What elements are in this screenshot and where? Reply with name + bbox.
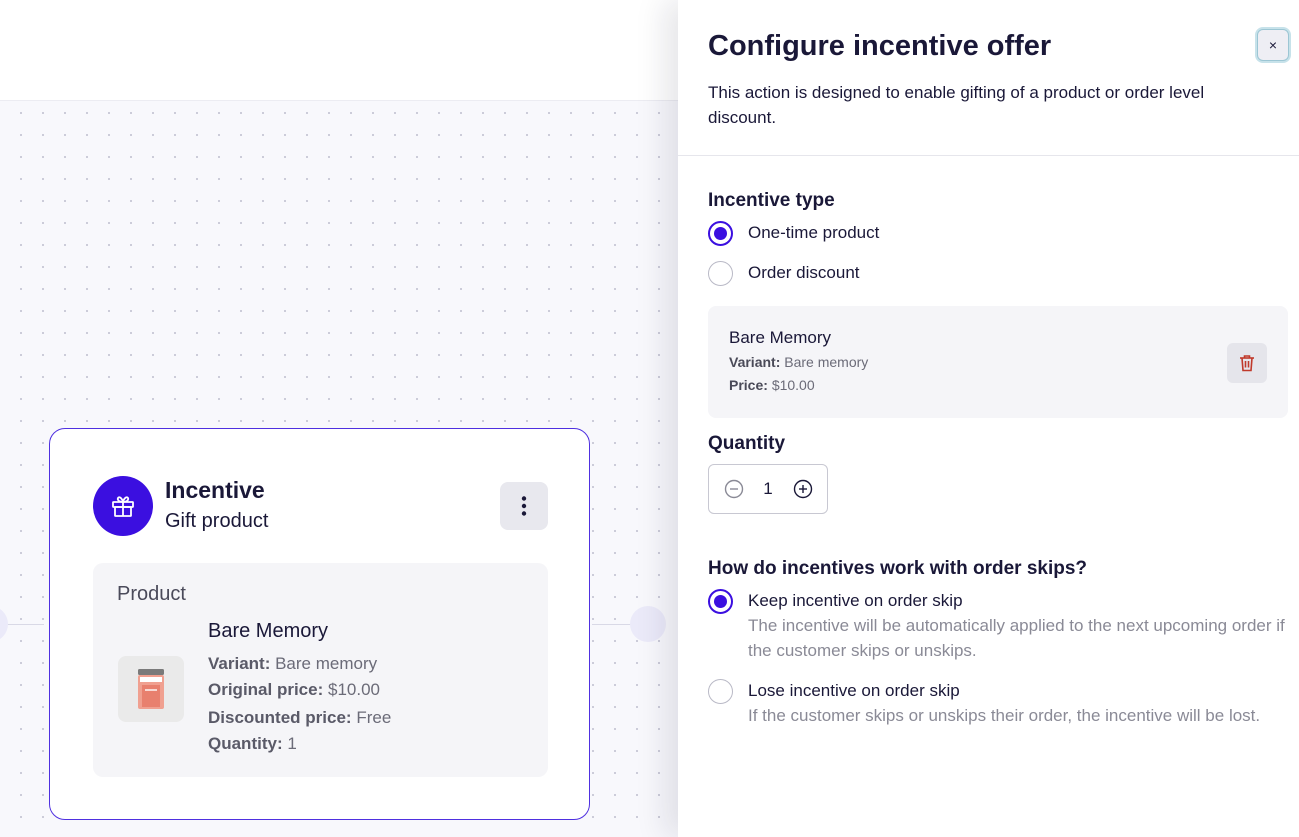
increment-button[interactable] (792, 479, 813, 500)
product-variant-line: Variant: Bare memory (208, 654, 378, 673)
selected-product-price-line: Price: $10.00 (729, 377, 815, 393)
product-jar-image (138, 669, 164, 709)
product-quantity: 1 (287, 734, 297, 753)
radio-button[interactable] (708, 261, 733, 286)
close-icon: × (1268, 37, 1278, 53)
configure-incentive-panel: Configure incentive offer This action is… (678, 0, 1299, 837)
order-skips-label: How do incentives work with order skips? (708, 558, 1088, 579)
quantity-stepper[interactable]: 1 (708, 464, 828, 514)
product-box: Product Bare Memory Variant: Bare memory… (93, 563, 548, 777)
close-button[interactable]: × (1257, 29, 1289, 61)
panel-description: This action is designed to enable giftin… (708, 83, 1205, 127)
radio-order-discount[interactable]: Order discount (708, 261, 860, 286)
panel-header: Configure incentive offer This action is… (678, 0, 1299, 156)
selected-product-card: Bare Memory Variant: Bare memory Price: … (708, 306, 1288, 418)
node-title: Incentive (165, 477, 265, 503)
radio-button[interactable] (708, 679, 733, 704)
selected-product-price: $10.00 (771, 377, 815, 393)
product-discounted-price-line: Discounted price: Free (208, 708, 392, 727)
minus-circle-icon (724, 479, 743, 499)
product-original-price: $10.00 (327, 680, 380, 699)
radio-label: Lose incentive on order skip (748, 681, 960, 700)
incentive-node-card[interactable]: Incentive Gift product Product Bare Memo… (49, 428, 590, 820)
selected-product-name: Bare Memory (729, 328, 832, 347)
quantity-label: Quantity (708, 433, 786, 454)
radio-lose-incentive[interactable]: Lose incentive on order skip If the cust… (708, 679, 1288, 728)
radio-help-text: If the customer skips or unskips their o… (748, 706, 1261, 725)
product-quantity-line: Quantity: 1 (208, 734, 297, 753)
node-more-button[interactable] (500, 482, 548, 530)
quantity-value[interactable]: 1 (763, 479, 772, 499)
node-subtitle: Gift product (165, 510, 269, 532)
radio-help-text: The incentive will be automatically appl… (748, 616, 1285, 660)
incentive-type-label: Incentive type (708, 190, 835, 211)
connector-port-right[interactable] (630, 606, 666, 642)
selected-product-variant: Bare memory (784, 354, 869, 370)
plus-circle-icon (793, 479, 812, 499)
product-discounted-price: Free (356, 708, 392, 727)
remove-product-button[interactable] (1227, 343, 1267, 383)
decrement-button[interactable] (723, 479, 744, 500)
selected-product-variant-line: Variant: Bare memory (729, 354, 869, 370)
radio-label: Order discount (748, 263, 860, 282)
radio-keep-incentive[interactable]: Keep incentive on order skip The incenti… (708, 589, 1288, 663)
more-vertical-icon (521, 496, 527, 516)
product-original-price-line: Original price: $10.00 (208, 680, 380, 699)
product-variant: Bare memory (275, 654, 378, 673)
radio-button-selected[interactable] (708, 589, 733, 614)
radio-one-time-product[interactable]: One-time product (708, 221, 880, 246)
radio-label: One-time product (748, 223, 880, 242)
radio-button-selected[interactable] (708, 221, 733, 246)
gift-icon (93, 476, 153, 536)
panel-title: Configure incentive offer (708, 30, 1052, 62)
radio-label: Keep incentive on order skip (748, 591, 963, 610)
product-heading: Product (117, 583, 186, 605)
trash-icon (1240, 355, 1254, 372)
edge-line-right (592, 624, 632, 625)
product-thumbnail (118, 656, 184, 722)
product-name: Bare Memory (208, 620, 329, 642)
